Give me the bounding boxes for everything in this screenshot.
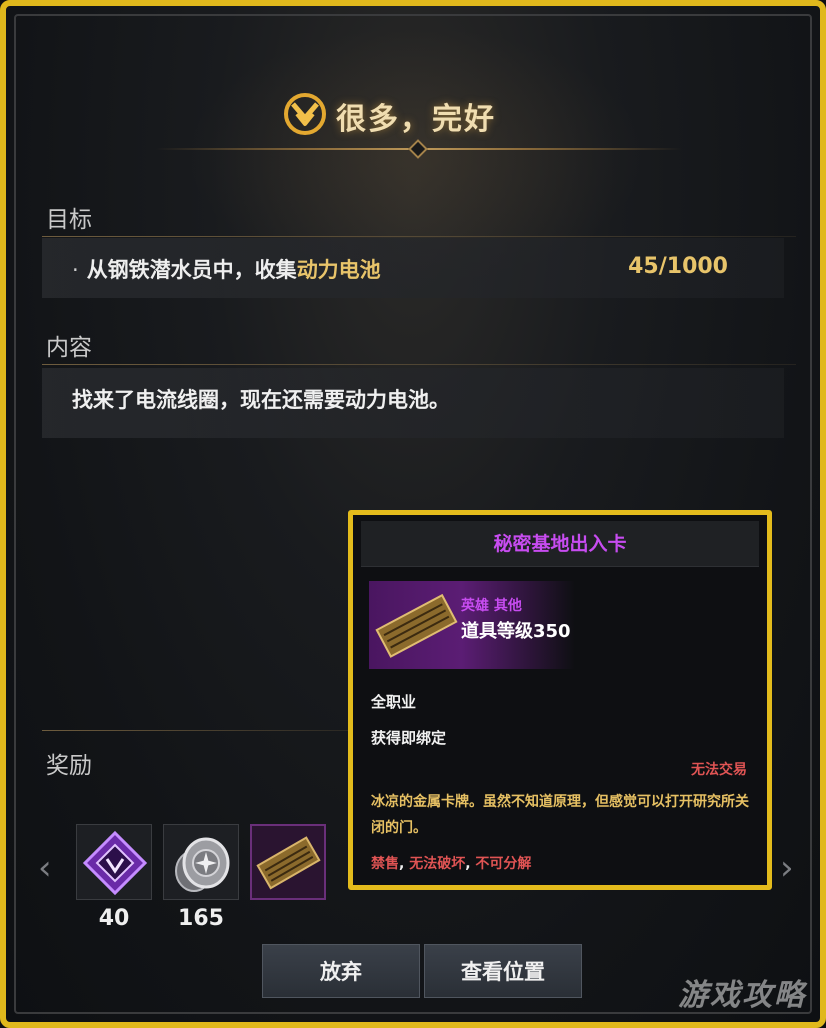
goal-section-label: 目标 xyxy=(46,207,92,233)
tooltip-bind-type: 获得即绑定 xyxy=(371,729,447,747)
goal-text-prefix: 从钢铁潜水员中，收集 xyxy=(86,258,297,282)
goal-progress: 45/1000 xyxy=(628,254,728,279)
reward-count-2: 165 xyxy=(178,906,224,931)
access-card-icon xyxy=(375,593,458,658)
tooltip-trade-status: 无法交易 xyxy=(691,762,747,778)
tooltip-flag-1: 禁售 xyxy=(371,856,399,872)
tooltip-class-restriction: 全职业 xyxy=(371,693,417,711)
silver-coin-icon xyxy=(175,837,230,892)
tooltip-flag-3: 不可分解 xyxy=(475,856,532,872)
access-card-icon xyxy=(256,836,321,890)
reward-slot-2[interactable] xyxy=(163,824,239,900)
tooltip-flag-2: 无法破坏 xyxy=(409,856,466,872)
purple-crystal-icon xyxy=(82,830,148,896)
reward-next-arrow-icon[interactable]: › xyxy=(780,848,794,888)
item-tooltip: 秘密基地出入卡 英雄 其他 道具等级350 全职业 获得即绑定 无法交易 冰凉的… xyxy=(348,510,772,890)
reward-count-1: 40 xyxy=(98,906,130,931)
tooltip-flags: 禁售, 无法破坏, 不可分解 xyxy=(371,853,531,873)
tooltip-item-name: 秘密基地出入卡 xyxy=(361,521,759,567)
reward-divider xyxy=(42,730,362,731)
goal-objective: · 从钢铁潜水员中，收集动力电池 xyxy=(72,254,381,284)
tooltip-rarity: 英雄 其他 xyxy=(461,598,522,614)
reward-slot-1[interactable] xyxy=(76,824,152,900)
goal-divider xyxy=(42,236,796,237)
quest-emblem-icon xyxy=(284,93,326,135)
tooltip-item-level: 道具等级350 xyxy=(461,621,571,642)
content-divider xyxy=(42,364,796,365)
bullet: · xyxy=(72,258,79,282)
view-location-button[interactable]: 查看位置 xyxy=(424,944,582,998)
quest-description: 找来了电流线圈，现在还需要动力电池。 xyxy=(72,388,450,412)
quest-title-bar: 很多，完好 xyxy=(6,84,820,144)
watermark: 游戏攻略 xyxy=(678,978,806,1013)
reward-section-label: 奖励 xyxy=(46,753,92,779)
goal-target-item: 动力电池 xyxy=(296,258,381,282)
content-section-label: 内容 xyxy=(46,335,92,361)
flag-separator: , xyxy=(399,856,410,872)
tooltip-description: 冰凉的金属卡牌。虽然不知道原理，但感觉可以打开研究所关闭的门。 xyxy=(371,794,749,836)
flag-separator: , xyxy=(465,856,476,872)
reward-slot-3[interactable] xyxy=(250,824,326,900)
abandon-button[interactable]: 放弃 xyxy=(262,944,420,998)
reward-prev-arrow-icon[interactable]: ‹ xyxy=(38,848,52,888)
quest-title: 很多，完好 xyxy=(336,102,496,137)
